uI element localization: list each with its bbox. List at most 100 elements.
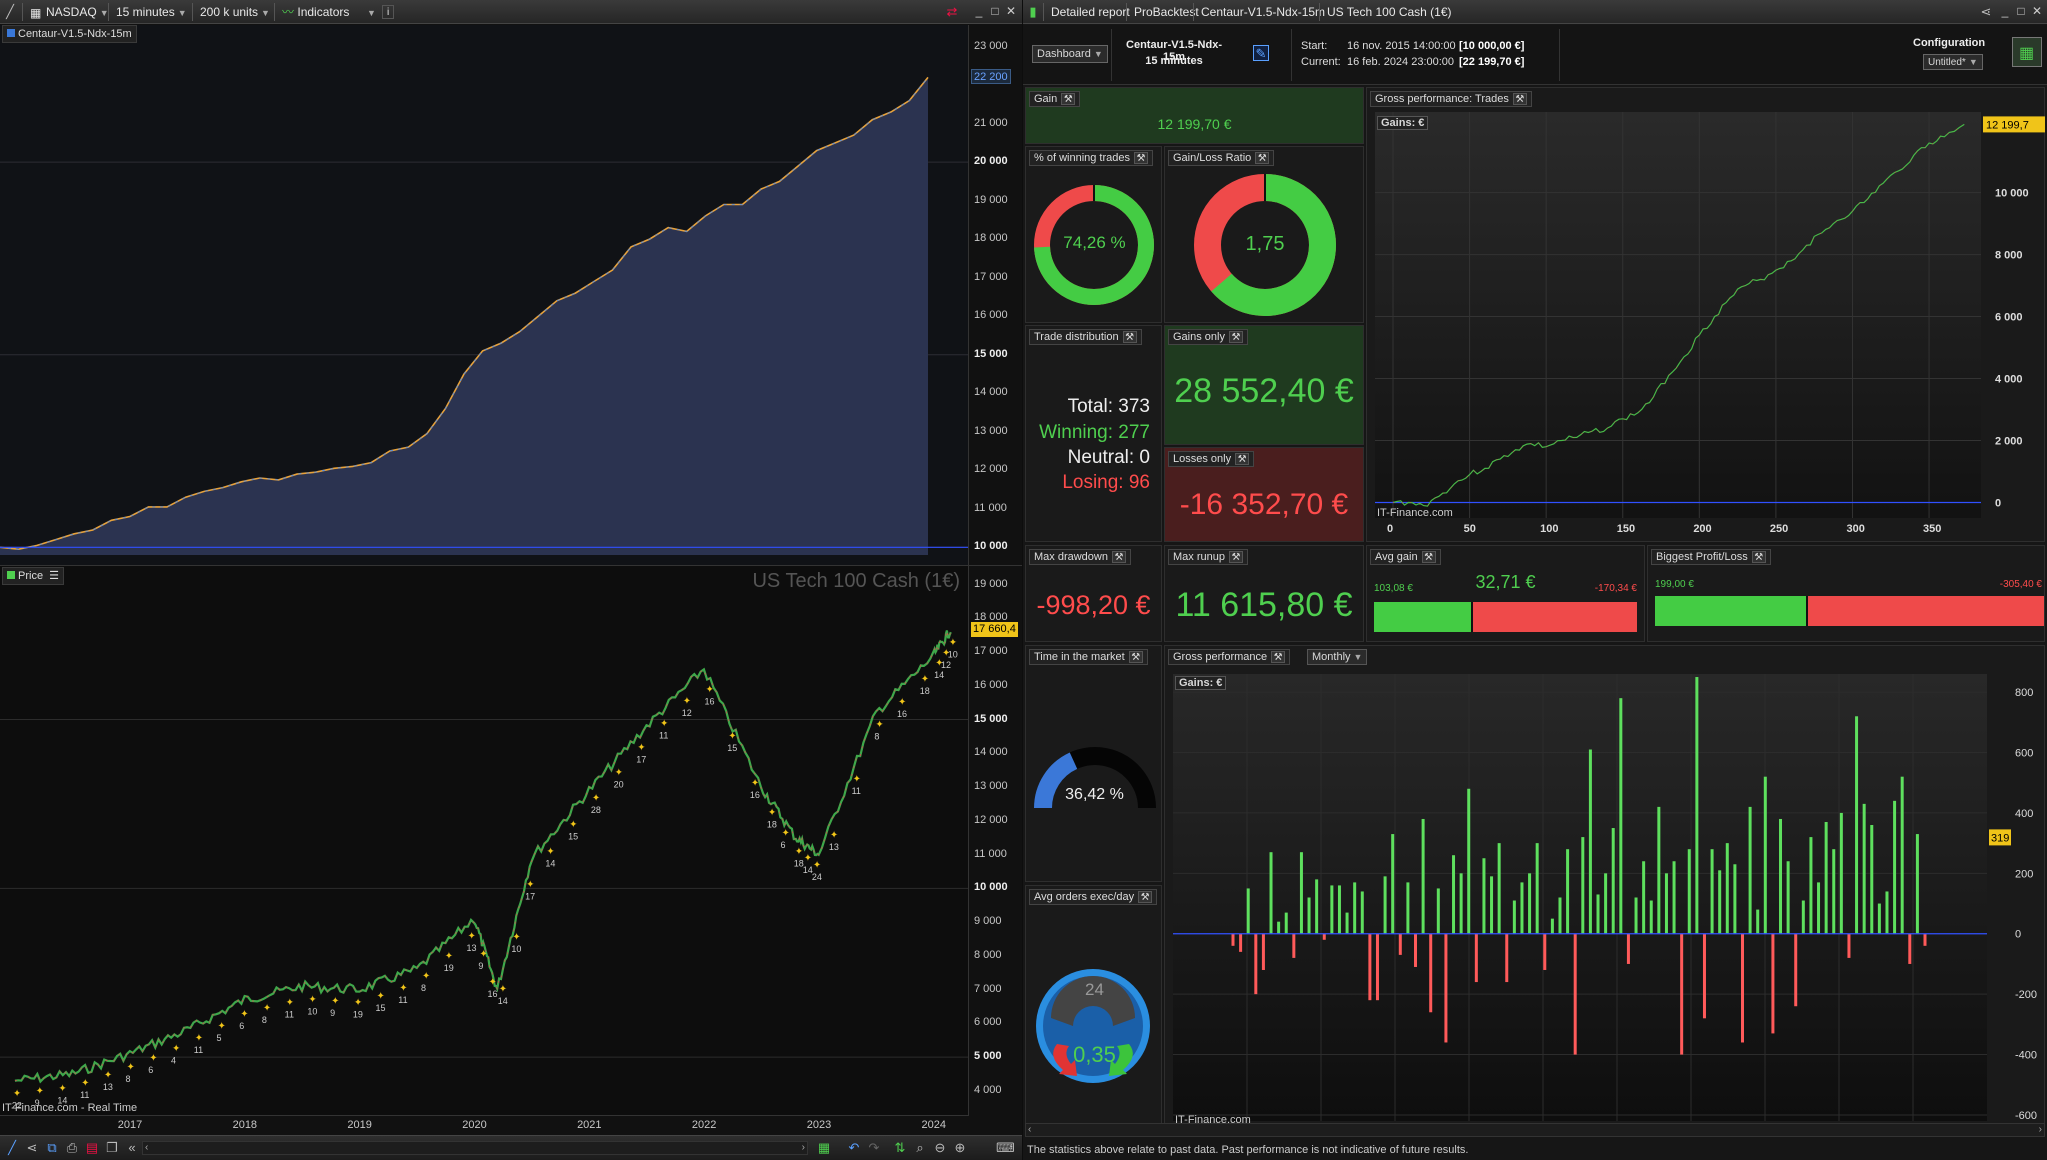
- horizontal-scrollbar[interactable]: ‹ ›: [142, 1141, 808, 1155]
- dashboard-selector[interactable]: Dashboard ▼: [1032, 45, 1108, 63]
- wrench-icon[interactable]: ⚒: [1128, 651, 1143, 663]
- winning-trades-title[interactable]: % of winning trades ⚒: [1029, 150, 1153, 166]
- gain-bar: [1855, 716, 1859, 934]
- wrench-icon[interactable]: ⚒: [1512, 93, 1527, 105]
- minimize-button[interactable]: _: [1998, 4, 2012, 18]
- close-button[interactable]: ✕: [1004, 4, 1018, 18]
- gain-loss-ratio-title[interactable]: Gain/Loss Ratio ⚒: [1168, 150, 1275, 166]
- monthly-performance-title[interactable]: Gross performance ⚒: [1168, 649, 1291, 665]
- zoom-out-icon[interactable]: ⊖: [932, 1140, 948, 1156]
- edit-icon[interactable]: ✎: [1253, 45, 1269, 61]
- redo-icon[interactable]: ↷: [866, 1140, 882, 1156]
- trades-performance-title[interactable]: Gross performance: Trades ⚒: [1370, 91, 1532, 107]
- x-tick-label: 250: [1770, 523, 1788, 535]
- market-selector[interactable]: NASDAQ ▼: [42, 3, 113, 21]
- close-button[interactable]: ✕: [2030, 4, 2044, 18]
- avg-gain-title[interactable]: Avg gain ⚒: [1370, 549, 1441, 565]
- trade-count-label: 24: [812, 872, 822, 882]
- trade-count-label: 6: [148, 1065, 153, 1075]
- keyboard-icon[interactable]: ⌨: [996, 1140, 1015, 1156]
- wrench-icon[interactable]: ⚒: [1138, 891, 1153, 903]
- share-icon[interactable]: ⋖: [24, 1140, 40, 1156]
- period-selector[interactable]: Monthly ▼: [1307, 649, 1368, 665]
- scroll-start-icon[interactable]: «: [124, 1140, 140, 1156]
- undo-icon[interactable]: ↶: [846, 1140, 862, 1156]
- wrench-icon[interactable]: ⚒: [1228, 551, 1243, 563]
- indicators-button[interactable]: 〰 Indicators: [278, 3, 353, 21]
- time-in-market-title[interactable]: Time in the market ⚒: [1029, 649, 1148, 665]
- trade-count-label: 12: [941, 660, 951, 670]
- autoscale-icon[interactable]: ⇅: [892, 1140, 908, 1156]
- wrench-icon[interactable]: ⚒: [1235, 453, 1250, 465]
- report-scrollbar[interactable]: ‹ ›: [1025, 1123, 2045, 1137]
- zoom-fit-icon[interactable]: ⌕: [912, 1140, 928, 1156]
- scroll-left-icon[interactable]: ‹: [1028, 1124, 1031, 1135]
- scroll-left-icon[interactable]: ‹: [145, 1142, 148, 1153]
- max-drawdown-title[interactable]: Max drawdown ⚒: [1029, 549, 1131, 565]
- losses-only-panel: Losses only ⚒ -16 352,70 €: [1164, 447, 1364, 542]
- buy-marker: ✦: [898, 697, 906, 708]
- zoom-in-icon[interactable]: ⊕: [952, 1140, 968, 1156]
- gain-bar: [1817, 882, 1821, 934]
- time-axis[interactable]: 2017 2018 2019 2020 2021 2022 2023 2024: [0, 1115, 968, 1135]
- equity-curve-plot[interactable]: [0, 25, 968, 565]
- losses-only-title[interactable]: Losses only ⚒: [1168, 451, 1255, 467]
- wrench-icon[interactable]: ⚒: [1271, 651, 1286, 663]
- equity-y-axis[interactable]: 23 000 21 000 20 000 19 000 18 000 17 000 16 0…: [968, 25, 1022, 565]
- wrench-icon[interactable]: ⚒: [1255, 152, 1270, 164]
- list-icon[interactable]: ☰: [49, 570, 59, 582]
- trades-performance-chart[interactable]: 0 50 100 150 200 250 300 350 10 000 8 000 6 000 4 0…: [1367, 108, 2046, 542]
- gain-bar: [1277, 921, 1281, 934]
- price-panel-label[interactable]: Price ☰: [2, 567, 64, 585]
- avg-orders-title[interactable]: Avg orders exec/day ⚒: [1029, 889, 1158, 905]
- buy-marker: ✦: [127, 1062, 135, 1073]
- tab-probacktest[interactable]: ProBacktest: [1130, 3, 1203, 21]
- wrench-icon[interactable]: ⚒: [1751, 551, 1766, 563]
- wrench-icon[interactable]: ⚒: [1111, 551, 1126, 563]
- timeframe-selector[interactable]: 15 minutes ▼: [112, 3, 191, 21]
- price-chart-plot[interactable]: ✦22✦9✦14✦11✦13✦8✦6✦4✦11✦5✦6✦8✦11✦10✦9✦19…: [0, 566, 968, 1116]
- chart-type-icon[interactable]: ╱: [2, 4, 18, 20]
- equity-panel-label[interactable]: Centaur-V1.5-Ndx-15m: [2, 25, 137, 43]
- gain-bar: [1482, 858, 1486, 934]
- print-icon[interactable]: ⎙: [64, 1140, 80, 1156]
- wrench-icon[interactable]: ⚒: [1228, 331, 1243, 343]
- max-runup-title[interactable]: Max runup ⚒: [1168, 549, 1248, 565]
- copy-icon[interactable]: ⧉: [44, 1140, 60, 1156]
- gains-only-title[interactable]: Gains only ⚒: [1168, 329, 1248, 345]
- gain-bar: [1383, 876, 1387, 934]
- sync-icon[interactable]: ⇄: [944, 4, 960, 20]
- gain-title[interactable]: Gain ⚒: [1029, 91, 1081, 107]
- tab-instrument[interactable]: US Tech 100 Cash (1€): [1323, 3, 1456, 21]
- y-tick-label: -200: [2015, 989, 2037, 1001]
- maximize-button[interactable]: □: [2014, 4, 2028, 18]
- units-selector[interactable]: 200 k units ▼: [196, 3, 274, 21]
- trade-count-label: 15: [568, 832, 578, 842]
- gain-bar: [1497, 843, 1501, 934]
- wrench-icon[interactable]: ⚒: [1134, 152, 1148, 164]
- indicators-dropdown[interactable]: ▼: [360, 3, 380, 21]
- scroll-right-icon[interactable]: ›: [802, 1142, 805, 1153]
- configuration-icon[interactable]: ▦: [2012, 37, 2042, 67]
- info-button[interactable]: i: [382, 5, 395, 19]
- wrench-icon[interactable]: ⚒: [1122, 331, 1137, 343]
- tab-system[interactable]: Centaur-V1.5-Ndx-15m: [1197, 3, 1329, 21]
- biggest-title[interactable]: Biggest Profit/Loss ⚒: [1651, 549, 1771, 565]
- share-icon[interactable]: ⋖: [1978, 4, 1994, 20]
- tab-detailed-report[interactable]: Detailed report: [1047, 3, 1134, 21]
- y-tick-label: 7 000: [974, 982, 1002, 995]
- draw-line-icon[interactable]: ╱: [4, 1140, 20, 1156]
- wrench-icon[interactable]: ⚒: [1421, 551, 1436, 563]
- configuration-selector[interactable]: Untitled* ▼: [1923, 54, 1983, 70]
- calendar-icon[interactable]: ▦: [816, 1140, 832, 1156]
- maximize-button[interactable]: □: [988, 4, 1002, 18]
- scroll-right-icon[interactable]: ›: [2039, 1124, 2042, 1135]
- window-icon[interactable]: ❐: [104, 1140, 120, 1156]
- monthly-performance-chart[interactable]: 8006004002000-200-400-600319IT-Finance.c…: [1165, 666, 2046, 1130]
- wrench-icon[interactable]: ⚒: [1061, 93, 1076, 105]
- trade-distribution-title[interactable]: Trade distribution ⚒: [1029, 329, 1142, 345]
- template-icon[interactable]: ▤: [84, 1140, 100, 1156]
- price-y-axis[interactable]: 19 000 18 000 17 000 16 000 15 000 14 000 13 0…: [968, 566, 1022, 1116]
- minimize-button[interactable]: _: [972, 4, 986, 18]
- max-runup-panel: Max runup ⚒ 11 615,80 €: [1164, 545, 1364, 642]
